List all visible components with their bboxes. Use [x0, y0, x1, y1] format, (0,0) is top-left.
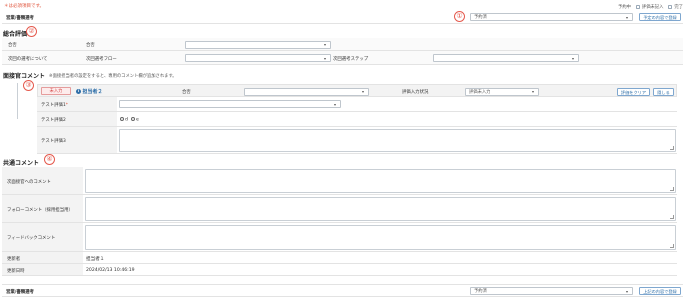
eval1-label-text: テスト評価1 [41, 103, 66, 108]
pass-label: 合否 [182, 90, 191, 95]
radio-label: d [125, 117, 128, 123]
comment1-label-cell: 次面接官へのコメント [2, 167, 83, 195]
comment3-row [83, 223, 677, 252]
overall-pass-select[interactable] [185, 40, 331, 49]
comment2-row [83, 195, 677, 223]
field-label: 合否 [86, 43, 95, 48]
hide-button[interactable]: 隠しる [653, 87, 674, 96]
status-legend: 予約中 評価未記入 完了 [618, 4, 683, 10]
bottom-status-select[interactable]: 予約済 [470, 287, 633, 295]
eval3-label-cell: テスト評価3 [37, 127, 117, 154]
radio-label: e [136, 117, 139, 123]
comment1-label: 次面接官へのコメント [7, 180, 51, 185]
updated-by-value: 担当者１ [86, 257, 105, 262]
comment3-label: フィードバックコメント [7, 236, 56, 241]
legend-label: 評価未記入 [641, 5, 664, 10]
chevron-down-icon [626, 16, 628, 19]
select-value: 評価未入力 [469, 89, 491, 95]
chevron-down-icon [532, 91, 534, 94]
next-step-select[interactable] [433, 54, 579, 62]
overall-row-next: 次回の選考について 次回選考フロー 次回選考ステップ [2, 51, 683, 65]
chevron-down-icon [362, 91, 364, 94]
updated-at-label: 更新日時 [7, 269, 25, 274]
updated-at-label-cell: 更新日時 [2, 264, 83, 276]
field-label: 次回選考ステップ [333, 56, 369, 62]
eval1-select[interactable] [119, 100, 341, 108]
eval1-label-cell: テスト評価1* [37, 97, 117, 112]
interviewer-name-text: 担当者２ [82, 89, 103, 95]
required-mark: * [65, 103, 68, 108]
chevron-down-icon [334, 103, 336, 106]
next-flow-select[interactable] [185, 54, 331, 62]
comment2-label: フォローコメント（採用担当用） [7, 208, 73, 213]
comment1-row [83, 167, 677, 195]
info-icon: i [76, 89, 81, 94]
comment1-textarea[interactable] [85, 169, 676, 193]
register-button-top[interactable]: 予定の内容で登録 [639, 13, 681, 21]
top-selection-bar: 営業/書類選考 ① 予約済 予定の内容で登録 [2, 11, 683, 24]
comment2-label-cell: フォローコメント（採用担当用） [2, 195, 83, 223]
comment2-textarea[interactable] [85, 197, 676, 221]
updated-at-row: 2024/02/13 10:46:19 [83, 264, 677, 276]
common-comment-title: 共通コメント [3, 160, 40, 167]
legend-item-reserved: 予約中 [618, 4, 631, 10]
interviewer-bracket [17, 83, 18, 119]
eval2-radio-e[interactable]: e [131, 117, 139, 123]
chevron-down-icon [324, 57, 326, 60]
top-status-select[interactable]: 予約済 [470, 13, 633, 21]
eval2-label: テスト評価2 [41, 118, 66, 123]
interviewer-name[interactable]: i 担当者２ [76, 88, 103, 95]
eval1-row [117, 97, 677, 112]
required-note: ＊は必須項目です。 [4, 4, 45, 9]
comment3-label-cell: フィードバックコメント [2, 223, 83, 252]
status-badge: 未入力 [41, 87, 71, 95]
updated-by-row: 担当者１ [83, 252, 677, 264]
register-button-bottom[interactable]: 上記の内容で登録 [639, 287, 681, 295]
eval3-textarea[interactable] [119, 129, 676, 152]
legend-checkbox[interactable] [668, 5, 673, 9]
select-value: 予約済 [474, 15, 487, 20]
callout-3: ③ [23, 80, 34, 91]
callout-1: ① [454, 11, 465, 22]
legend-checkbox[interactable] [635, 5, 640, 9]
eval2-label-cell: テスト評価2 [37, 112, 117, 127]
interviewer-pass-select[interactable] [244, 87, 369, 96]
eval3-row [117, 127, 677, 154]
overall-row-pass: 合否 合否 [2, 38, 683, 51]
row-label: 合否 [8, 43, 17, 48]
bottom-selection-bar: 営業/書類選考 予約済 上記の内容で登録 [2, 284, 683, 297]
row-label: 次回の選考について [8, 56, 48, 62]
interviewer-header-row: 未入力 i 担当者２ 合否 評価入力状況 評価未入力 評価をクリア 隠しる [37, 84, 677, 97]
updated-at-value: 2024/02/13 10:46:19 [86, 268, 135, 273]
chevron-down-icon [324, 44, 326, 47]
chevron-down-icon [572, 57, 574, 60]
legend-item-unrated[interactable]: 評価未記入 [635, 4, 664, 10]
radio-button[interactable] [120, 117, 124, 121]
overall-eval-title: 総合評価 [3, 31, 28, 38]
updated-by-label-cell: 更新者 [2, 252, 83, 264]
eval3-label: テスト評価3 [41, 139, 66, 144]
field-label: 次回選考フロー [86, 56, 117, 62]
eval-status-label: 評価入力状況 [402, 90, 429, 95]
clear-eval-button[interactable]: 評価をクリア [617, 87, 650, 96]
eval1-label: テスト評価1* [41, 102, 68, 108]
updated-by-label: 更新者 [7, 257, 21, 262]
eval-status-select[interactable]: 評価未入力 [465, 87, 539, 96]
top-bar-label: 営業/書類選考 [6, 16, 34, 21]
comment3-textarea[interactable] [85, 225, 676, 250]
interviewer-comment-title: 面接官コメント [3, 73, 46, 80]
select-value: 予約済 [474, 289, 487, 294]
legend-item-done[interactable]: 完了 [668, 4, 683, 10]
chevron-down-icon [626, 290, 628, 293]
radio-button[interactable] [131, 117, 135, 121]
legend-label: 完了 [674, 5, 683, 10]
interviewer-note: ※面接担当者の設定をすると、専用のコメント欄が追加されます。 [49, 74, 177, 79]
legend-label: 予約中 [618, 5, 631, 10]
eval2-row: d e [117, 112, 677, 127]
callout-2: ② [26, 26, 37, 37]
eval2-radio-d[interactable]: d [120, 117, 128, 123]
bottom-bar-label: 営業/書類選考 [6, 290, 34, 295]
callout-4: ④ [44, 154, 55, 165]
